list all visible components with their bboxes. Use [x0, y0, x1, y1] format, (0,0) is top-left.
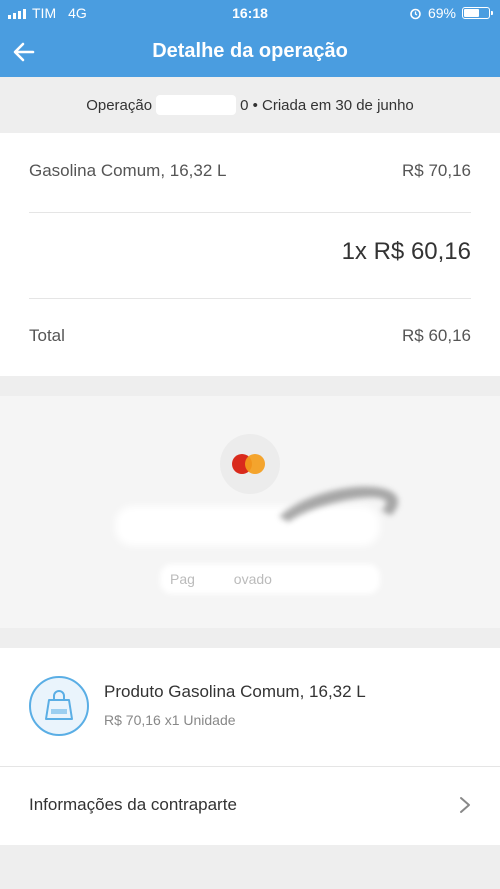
- battery-percent: 69%: [427, 5, 456, 21]
- payment-status-text: Pag ovado: [170, 571, 272, 587]
- nav-bar: Detalhe da operação: [0, 30, 500, 74]
- page-title: Detalhe da operação: [152, 40, 348, 62]
- status-bar: TIM 4G 16:18 69%: [0, 0, 500, 26]
- installments-amount: 1x R$ 60,16: [341, 238, 471, 265]
- mastercard-icon: [220, 434, 280, 494]
- total-row: Total R$ 60,16: [29, 326, 471, 346]
- redacted-operation-id: [156, 95, 237, 115]
- divider: [29, 212, 471, 213]
- operation-info: Operação 0 • Criada em 30 de junho: [0, 77, 500, 133]
- divider: [29, 298, 471, 299]
- item-price: R$ 70,16: [402, 161, 471, 180]
- operation-date: 0 • Criada em 30 de junho: [240, 96, 414, 114]
- item-row: Gasolina Comum, 16,32 L R$ 70,16: [29, 161, 471, 181]
- app-header: TIM 4G 16:18 69% Detalhe da operação: [0, 0, 500, 77]
- summary-card: Gasolina Comum, 16,32 L R$ 70,16 1x R$ 6…: [0, 133, 500, 376]
- counterpart-info-row[interactable]: Informações da contraparte: [29, 766, 471, 844]
- battery-icon: [462, 7, 493, 19]
- item-label: Gasolina Comum, 16,32 L: [29, 161, 227, 180]
- total-value: R$ 60,16: [402, 326, 471, 345]
- product-detail: R$ 70,16 x1 Unidade: [104, 712, 236, 728]
- payment-card: Pag ovado: [0, 396, 500, 628]
- operation-label: Operação: [86, 96, 153, 114]
- total-label: Total: [29, 326, 65, 345]
- shopping-bag-icon: [29, 676, 89, 736]
- counterpart-label: Informações da contraparte: [29, 795, 237, 814]
- product-title: Produto Gasolina Comum, 16,32 L: [104, 682, 366, 701]
- product-card: Produto Gasolina Comum, 16,32 L R$ 70,16…: [0, 648, 500, 845]
- alarm-icon: [410, 8, 421, 19]
- chevron-right-icon: [460, 797, 470, 813]
